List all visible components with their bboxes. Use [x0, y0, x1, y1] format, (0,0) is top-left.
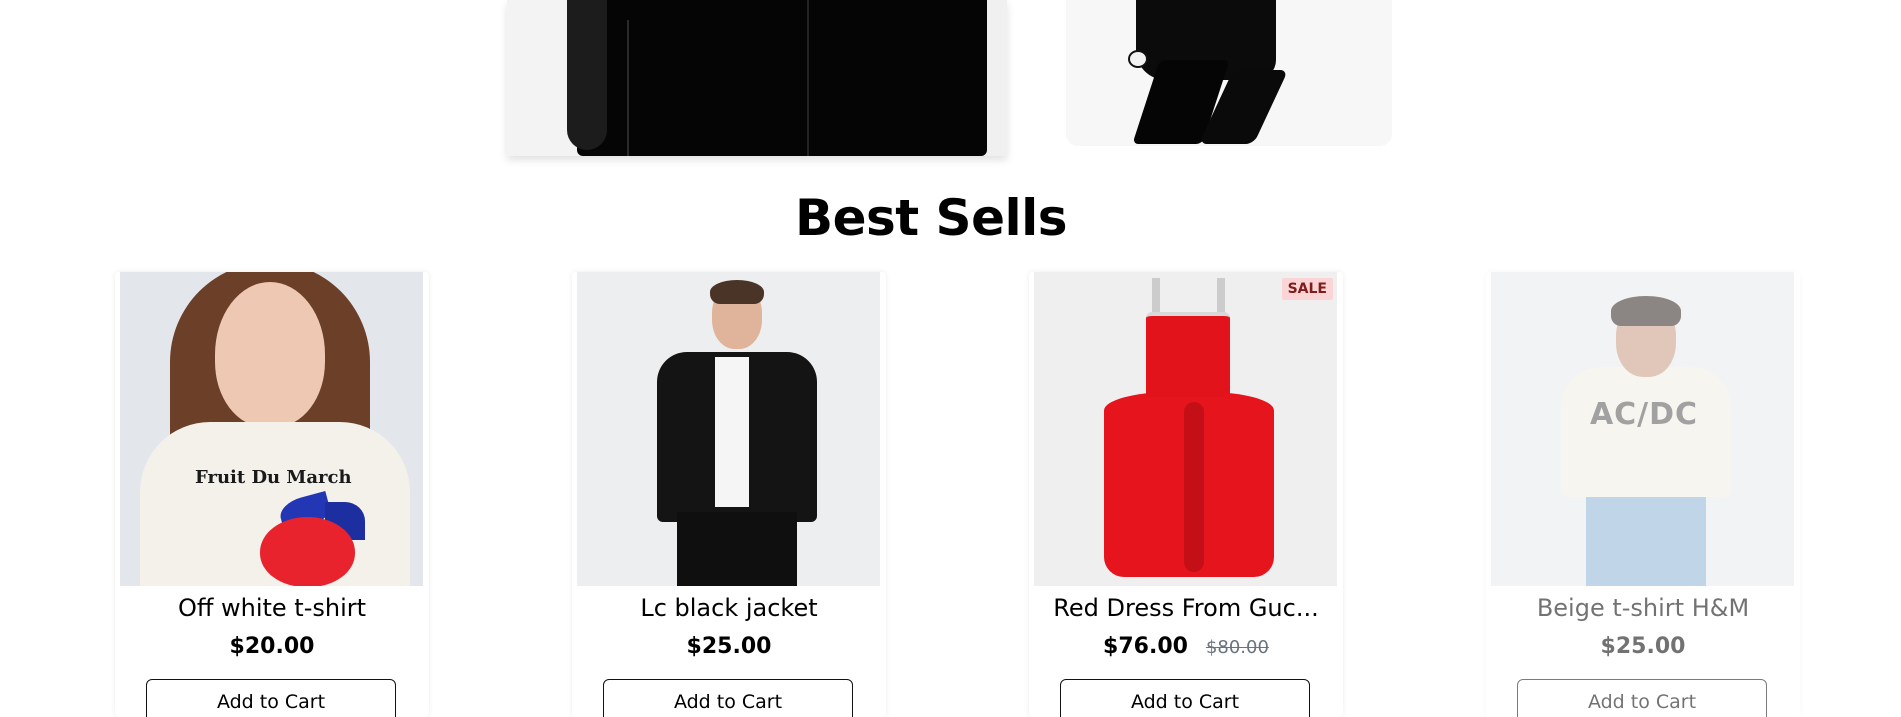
pants: [677, 512, 797, 586]
hero-banner: [0, 0, 1901, 160]
coat-silhouette: [577, 0, 987, 156]
tshirt-print-text: AC/DC: [1589, 397, 1699, 432]
tshirt: [715, 357, 749, 507]
product-name[interactable]: Lc black jacket: [572, 594, 886, 622]
figure-hand: [1128, 50, 1148, 68]
product-price: $25.00: [1600, 634, 1686, 659]
hair: [1611, 296, 1681, 326]
price-row: $76.00 $80.00: [1029, 634, 1343, 659]
apple-graphic: [260, 517, 355, 586]
product-name[interactable]: Beige t-shirt H&M: [1486, 594, 1800, 622]
section-title: Best Sells: [794, 189, 1068, 247]
jeans: [1586, 492, 1706, 586]
product-card[interactable]: Lc black jacket $25.00 Add to Cart: [572, 272, 886, 717]
product-card[interactable]: Fruit Du March Off white t-shirt $20.00 …: [115, 272, 429, 717]
coat-fold: [627, 20, 629, 156]
product-price: $76.00: [1103, 634, 1188, 659]
product-name[interactable]: Off white t-shirt: [115, 594, 429, 622]
face: [215, 282, 325, 427]
hero-image-coat[interactable]: [507, 0, 1007, 156]
product-price: $20.00: [229, 634, 315, 659]
tshirt-print-text: Fruit Du March: [195, 467, 352, 488]
coat-seam: [807, 0, 809, 156]
hair: [710, 280, 764, 304]
tshirt: [1561, 367, 1731, 497]
add-to-cart-button[interactable]: Add to Cart: [603, 679, 853, 717]
price-row: $25.00: [1486, 634, 1800, 659]
product-grid: Fruit Du March Off white t-shirt $20.00 …: [0, 272, 1901, 717]
product-card[interactable]: AC/DC Beige t-shirt H&M $25.00 Add to Ca…: [1486, 272, 1800, 717]
hero-image-figure[interactable]: [1066, 0, 1392, 146]
original-price: $80.00: [1205, 637, 1269, 658]
product-card[interactable]: SALE Red Dress From Guc... $76.00 $80.00 …: [1029, 272, 1343, 717]
product-price: $25.00: [686, 634, 772, 659]
add-to-cart-button[interactable]: Add to Cart: [1517, 679, 1767, 717]
add-to-cart-button[interactable]: Add to Cart: [146, 679, 396, 717]
coat-sleeve: [567, 0, 607, 150]
product-image[interactable]: Fruit Du March: [120, 272, 423, 586]
dress-bodice: [1146, 312, 1230, 397]
price-row: $20.00: [115, 634, 429, 659]
product-image[interactable]: SALE: [1034, 272, 1337, 586]
product-image[interactable]: [577, 272, 880, 586]
dress-fold: [1184, 402, 1204, 572]
sale-badge: SALE: [1281, 278, 1333, 300]
add-to-cart-button[interactable]: Add to Cart: [1060, 679, 1310, 717]
product-name[interactable]: Red Dress From Guc...: [1029, 594, 1343, 622]
product-image[interactable]: AC/DC: [1491, 272, 1794, 586]
price-row: $25.00: [572, 634, 886, 659]
coat-backdrop: [987, 0, 1007, 156]
